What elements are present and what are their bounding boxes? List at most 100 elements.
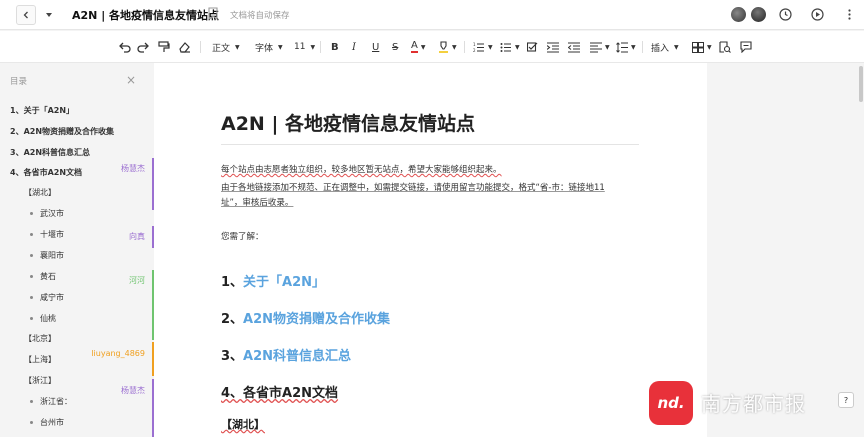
outline-item[interactable]: 浙江省： [30,396,72,407]
outline-heading: 目录 [10,77,28,87]
section-link[interactable]: A2N物资捐赠及合作收集 [243,312,390,327]
search-doc-icon [719,41,731,53]
eraser-icon [179,42,190,53]
align-button[interactable]: ▼ [590,40,610,54]
section-link[interactable]: 关于「A2N」 [243,275,325,290]
checklist-icon [527,41,538,52]
outline-item-label: 咸宁市 [40,293,64,302]
bullet-list-button[interactable]: ▼ [500,40,520,54]
indent-icon [547,41,559,53]
search-replace-button[interactable] [719,40,731,54]
font-size-select[interactable]: 11 ▼ [294,40,315,54]
document-heading[interactable]: A2N | 各地疫情信息友情站点 [221,109,475,136]
paragraph[interactable]: 每个站点由志愿者独立组织，较多地区暂无站点，希望大家能够组织起来。 [221,163,502,175]
outline-item[interactable]: 襄阳市 [30,250,64,261]
collaborator-label: 向真 [129,232,145,241]
outline-item[interactable]: 【上海】 [24,354,56,365]
redo-icon [137,42,149,53]
bullet-icon [30,296,33,299]
outdent-button[interactable] [568,40,580,54]
outline-item[interactable]: 【浙江】 [24,375,56,386]
outline-item[interactable]: 2、A2N物资捐赠及合作收集 [10,126,114,137]
section-heading[interactable]: 3、A2N科普信息汇总 [221,345,351,364]
bullet-icon [30,400,33,403]
underline-button[interactable]: U [372,40,379,54]
collaborator-label: 杨慧杰 [121,386,145,395]
undo-icon [119,42,131,53]
toolbar-divider [200,41,201,53]
outline-item[interactable]: 台州市 [30,417,64,428]
clear-format-button[interactable] [178,40,191,54]
outline-item[interactable]: 1、关于「A2N」 [10,105,74,116]
outline-item[interactable]: 十堰市 [30,229,64,240]
outline-item[interactable]: 仙桃 [30,313,56,324]
section-heading[interactable]: 1、关于「A2N」 [221,271,325,290]
paragraph[interactable]: 您需了解： [221,230,264,242]
avatar[interactable] [751,7,766,22]
ordered-list-button[interactable]: 12 ▼ [473,40,493,54]
bullet-list-icon [500,42,511,52]
more-icon[interactable] [842,7,857,22]
heading-number: 1、 [221,275,244,290]
autosave-status: 文档将自动保存 [230,11,290,21]
line-spacing-icon [616,41,628,53]
indent-button[interactable] [547,40,559,54]
outline-item-label: 武汉市 [40,209,64,218]
italic-button[interactable]: I [352,40,356,54]
table-button[interactable]: ▼ [692,40,712,54]
outline-item[interactable]: 【湖北】 [24,187,56,198]
close-icon[interactable]: × [126,73,136,87]
outdent-icon [568,41,580,53]
nav-dropdown-button[interactable] [40,5,58,25]
line-spacing-button[interactable]: ▼ [616,40,636,54]
scrollbar[interactable] [859,66,863,102]
font-color-icon: A [411,40,418,53]
section-link[interactable]: A2N科普信息汇总 [243,349,351,364]
history-icon[interactable] [778,7,793,22]
outline-item-label: 浙江省： [40,397,72,406]
caret-down-icon: ▼ [674,43,679,51]
section-heading[interactable]: 4、各省市A2N文档 [221,382,338,401]
back-button[interactable] [16,5,36,25]
outline-item[interactable]: 黄石 [30,271,56,282]
document-title[interactable]: A2N | 各地疫情信息友情站点 [72,7,219,23]
outline-sidebar: 目录 × 1、关于「A2N」 2、A2N物资捐赠及合作收集 3、A2N科普信息汇… [0,63,150,437]
checklist-button[interactable] [527,40,539,54]
paragraph-style-label: 正文 [212,43,231,54]
undo-button[interactable] [118,40,131,54]
caret-down-icon: ▼ [488,43,493,51]
strikethrough-icon: S [392,41,399,53]
paragraph-style-select[interactable]: 正文 ▼ [212,40,240,54]
collaborator-label: 杨慧杰 [121,164,145,173]
outline-item-label: 襄阳市 [40,251,64,260]
insert-menu[interactable]: 插入 ▼ [651,40,679,54]
paragraph[interactable]: 由于各地链接添加不规范、正在调整中，如需提交链接，请使用留言功能提交，格式“省-… [221,181,605,193]
subsection-heading[interactable]: 【湖北】 [221,416,265,432]
bold-icon: B [331,41,339,53]
outline-item[interactable]: 4、各省市A2N文档 [10,167,82,178]
redo-button[interactable] [137,40,150,54]
document-page[interactable]: A2N | 各地疫情信息友情站点 每个站点由志愿者独立组织，较多地区暂无站点，希… [154,63,707,437]
font-label: 字体 [255,43,274,54]
comment-button[interactable] [740,40,752,54]
strikethrough-button[interactable]: S [392,40,398,54]
outline-item[interactable]: 3、A2N科普信息汇总 [10,147,90,158]
help-button[interactable]: ? [838,392,854,408]
bookmark-icon[interactable] [208,7,218,20]
bullet-icon [30,233,33,236]
font-color-button[interactable]: A ▼ [411,40,425,54]
outline-item[interactable]: 咸宁市 [30,292,64,303]
avatar[interactable] [731,7,746,22]
paragraph[interactable]: 址”，审核后收录。 [221,196,293,208]
outline-item[interactable]: 武汉市 [30,208,64,219]
toolbar-divider [464,41,465,53]
highlight-button[interactable]: ▼ [438,40,457,54]
outline-item[interactable]: 【北京】 [24,333,56,344]
bullet-icon [30,254,33,257]
format-painter-button[interactable] [158,40,170,54]
present-icon[interactable] [810,7,825,22]
heading-divider [221,144,639,145]
bold-button[interactable]: B [331,40,339,54]
section-heading[interactable]: 2、A2N物资捐赠及合作收集 [221,308,390,327]
font-select[interactable]: 字体 ▼ [255,40,283,54]
